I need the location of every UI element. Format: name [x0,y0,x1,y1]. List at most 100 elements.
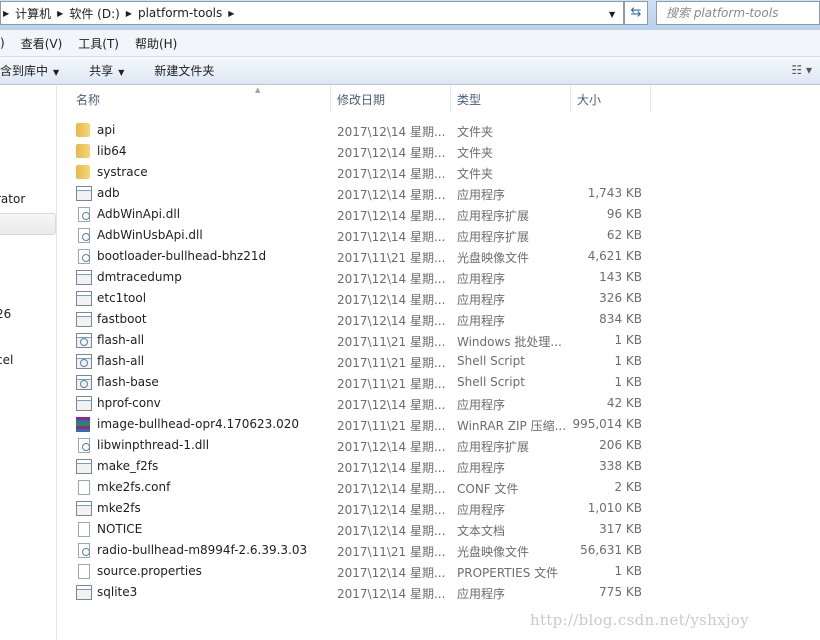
file-row[interactable]: image-bullhead-opr4.170623.020 2017\11\21… [58,414,658,435]
file-date: 2017\12\14 星期... [337,482,446,496]
file-date: 2017\11\21 星期... [337,335,446,349]
file-type: 应用程序 [457,272,506,286]
file-type: 光盘映像文件 [457,251,530,265]
nav-item[interactable]: 26 [0,307,11,321]
file-row[interactable]: lib64 2017\12\14 星期... 文件夹 [58,141,658,162]
file-size: 1 KB [614,333,642,347]
file-type: Windows 批处理... [457,335,562,349]
app-icon [76,291,92,306]
menu-view[interactable]: 查看(V) [21,35,63,52]
chevron-right-icon[interactable]: ▶ [126,9,132,18]
file-row[interactable]: adb 2017\12\14 星期... 应用程序 1,743 KB [58,183,658,204]
breadcrumb-drive[interactable]: 软件 (D:) [69,5,119,22]
file-row[interactable]: flash-base 2017\11\21 星期... Shell Script 1 … [58,372,658,393]
navigation-pane[interactable]: rator 26 cel [0,86,57,640]
file-row[interactable]: systrace 2017\12\14 星期... 文件夹 [58,162,658,183]
file-date: 2017\12\14 星期... [337,188,446,202]
file-size: 1 KB [614,375,642,389]
file-row[interactable]: flash-all 2017\11\21 星期... Windows 批处理... 1… [58,330,658,351]
menu-help[interactable]: 帮助(H) [135,35,177,52]
refresh-button[interactable]: ⇆ [624,1,648,25]
file-row[interactable]: AdbWinApi.dll 2017\12\14 星期... 应用程序扩展 96 KB [58,204,658,225]
file-size: 775 KB [599,585,642,599]
column-header: ▲ 名称 修改日期 类型 大小 [58,86,820,112]
breadcrumb-computer[interactable]: 计算机 [15,5,51,22]
file-date: 2017\12\14 星期... [337,440,446,454]
file-size: 62 KB [606,228,642,242]
menu-bar: ) 查看(V) 工具(T) 帮助(H) [0,30,820,57]
doc-icon [78,522,90,537]
include-in-library-button[interactable]: 含到库中 ▼ [0,62,59,79]
file-row[interactable]: source.properties 2017\12\14 星期... PROPERT… [58,561,658,582]
app-icon [76,396,92,411]
dll-icon [78,228,90,243]
column-date[interactable]: 修改日期 [331,86,451,112]
file-row[interactable]: AdbWinUsbApi.dll 2017\12\14 星期... 应用程序扩展 62… [58,225,658,246]
include-library-label: 含到库中 [0,64,49,78]
bat-icon [76,375,92,390]
file-row[interactable]: dmtracedump 2017\12\14 星期... 应用程序 143 KB [58,267,658,288]
file-size: 56,631 KB [580,543,642,557]
command-bar: 含到库中 ▼ 共享 ▼ 新建文件夹 ☷ ▾ [0,57,820,85]
search-input[interactable]: 搜索 platform-tools [656,1,820,25]
file-size: 143 KB [599,270,642,284]
file-row[interactable]: sqlite3 2017\12\14 星期... 应用程序 775 KB [58,582,658,603]
nav-item-selected[interactable] [0,213,56,235]
doc-icon [78,480,90,495]
nav-item[interactable]: cel [0,353,13,367]
file-row[interactable]: mke2fs 2017\12\14 星期... 应用程序 1,010 KB [58,498,658,519]
column-type[interactable]: 类型 [451,86,571,112]
address-dropdown-icon[interactable]: ▼ [609,10,615,19]
file-type: 应用程序 [457,503,506,517]
doc-icon [78,564,90,579]
file-size: 4,621 KB [587,249,642,263]
file-name: source.properties [97,564,202,578]
file-name: flash-all [97,333,145,347]
file-date: 2017\11\21 星期... [337,545,446,559]
file-name: flash-all [97,354,145,368]
file-row[interactable]: mke2fs.conf 2017\12\14 星期... CONF 文件 2 KB [58,477,658,498]
dll-icon [78,207,90,222]
view-options-icon[interactable]: ☷ ▾ [791,63,812,77]
file-row[interactable]: hprof-conv 2017\12\14 星期... 应用程序 42 KB [58,393,658,414]
file-name: hprof-conv [97,396,161,410]
file-size: 1,010 KB [587,501,642,515]
file-row[interactable]: make_f2fs 2017\12\14 星期... 应用程序 338 KB [58,456,658,477]
file-name: AdbWinApi.dll [97,207,181,221]
caret-down-icon: ▼ [118,68,125,77]
file-name: sqlite3 [97,585,138,599]
address-bar[interactable]: ▶ 计算机 ▶ 软件 (D:) ▶ platform-tools ▶ ▼ [0,1,624,25]
chevron-right-icon[interactable]: ▶ [57,9,63,18]
column-name[interactable]: 名称 [70,86,331,112]
file-row[interactable]: flash-all 2017\11\21 星期... Shell Script 1 K… [58,351,658,372]
menu-edit[interactable]: ) [0,36,5,50]
breadcrumb-folder[interactable]: platform-tools [138,6,222,20]
file-row[interactable]: etc1tool 2017\12\14 星期... 应用程序 326 KB [58,288,658,309]
share-button[interactable]: 共享 ▼ [89,62,124,79]
img-icon [78,543,90,558]
file-date: 2017\12\14 星期... [337,146,446,160]
rar-icon [76,417,90,432]
file-size: 338 KB [599,459,642,473]
file-row[interactable]: bootloader-bullhead-bhz21d 2017\11\21 星期.… [58,246,658,267]
file-size: 317 KB [599,522,642,536]
menu-tools[interactable]: 工具(T) [78,35,119,52]
file-date: 2017\11\21 星期... [337,251,446,265]
file-name: image-bullhead-opr4.170623.020 [97,417,299,431]
chevron-right-icon[interactable]: ▶ [3,9,9,18]
file-row[interactable]: api 2017\12\14 星期... 文件夹 [58,120,658,141]
file-name: lib64 [97,144,127,158]
new-folder-button[interactable]: 新建文件夹 [154,62,214,79]
file-row[interactable]: radio-bullhead-m8994f-2.6.39.3.03 2017\11… [58,540,658,561]
chevron-right-icon[interactable]: ▶ [228,9,234,18]
file-type: 应用程序 [457,461,506,475]
file-row[interactable]: libwinpthread-1.dll 2017\12\14 星期... 应用程序扩… [58,435,658,456]
file-name: flash-base [97,375,159,389]
nav-item[interactable]: rator [0,192,25,206]
file-date: 2017\12\14 星期... [337,398,446,412]
file-row[interactable]: NOTICE 2017\12\14 星期... 文本文档 317 KB [58,519,658,540]
file-name: mke2fs.conf [97,480,171,494]
file-row[interactable]: fastboot 2017\12\14 星期... 应用程序 834 KB [58,309,658,330]
file-type: 应用程序扩展 [457,209,530,223]
column-size[interactable]: 大小 [571,86,651,112]
